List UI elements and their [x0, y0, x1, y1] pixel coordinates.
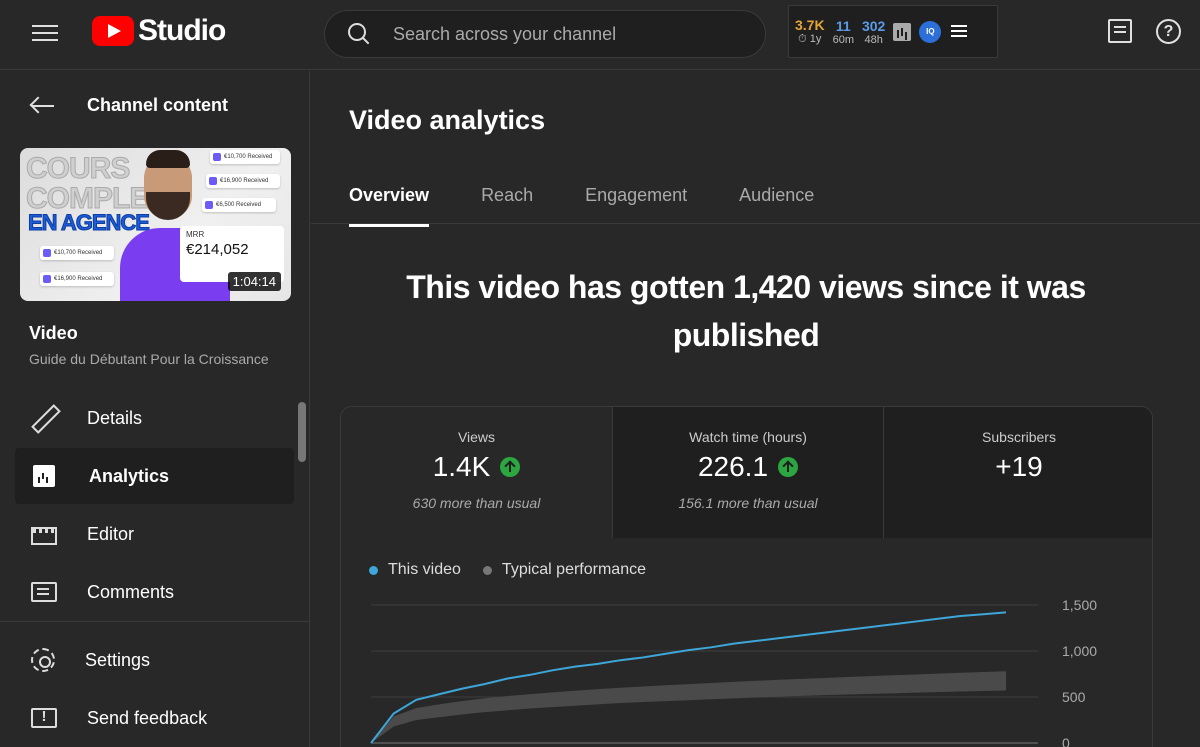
feedback-icon[interactable] — [1108, 19, 1132, 43]
y-tick-label: 0 — [1062, 735, 1070, 747]
stat-lifetime: 3.7K ⏱ 1y — [795, 17, 825, 46]
metric-value: 226.1 — [613, 451, 883, 483]
metric-label: Views — [457, 429, 496, 445]
tab-overview[interactable]: Overview — [349, 185, 430, 227]
sidebar-item-label: Send feedback — [87, 707, 208, 728]
legend-label: Typical performance — [501, 561, 646, 578]
sidebar-item-editor[interactable]: Editor — [15, 506, 294, 562]
legend-dot-icon — [482, 565, 492, 575]
thumbnail-payment-card: €16,900 Received — [40, 272, 114, 286]
bar-chart-icon[interactable] — [893, 22, 912, 41]
pencil-icon — [31, 405, 57, 431]
metric-label: Subscribers — [982, 429, 1056, 445]
editor-icon — [31, 527, 57, 545]
sidebar-item-settings[interactable]: Settings — [15, 632, 294, 688]
sidebar-item-label: Analytics — [89, 465, 170, 486]
video-thumbnail[interactable]: COURS COMPLET EN AGENCE €10,700 Received… — [20, 148, 291, 301]
youtube-logo-icon — [92, 16, 134, 46]
stat-value: 11 — [835, 17, 851, 34]
metric-note: 156.1 more than usual — [678, 495, 818, 511]
logo-text: Studio — [138, 14, 226, 47]
sidebar-scrollbar[interactable] — [298, 402, 306, 462]
chart-legend: This video Typical performance — [369, 561, 668, 579]
metric-subscribers[interactable]: Subscribers +19 — [883, 407, 1152, 538]
hamburger-menu-icon[interactable] — [30, 20, 60, 44]
metric-watch-time[interactable]: Watch time (hours) 226.1 156.1 more than… — [612, 407, 883, 538]
metric-label: Watch time (hours) — [689, 429, 807, 445]
back-label: Channel content — [87, 95, 229, 115]
metric-note: 630 more than usual — [412, 495, 541, 511]
thumbnail-payment-card: €10,700 Received — [210, 150, 280, 164]
video-title: Guide du Débutant Pour la Croissance — [29, 351, 269, 367]
y-tick-label: 1,500 — [1062, 597, 1097, 613]
legend-dot-icon — [369, 565, 378, 575]
views-line-chart[interactable]: 1,500 1,000 500 0 — [341, 587, 1153, 747]
metric-value: +19 — [995, 451, 1043, 482]
search-bar[interactable] — [324, 10, 766, 58]
trend-up-icon — [500, 457, 521, 477]
stat-48h: 302 48h — [862, 18, 885, 46]
metric-views[interactable]: Views 1.4K 630 more than usual — [341, 407, 612, 538]
sidebar-item-label: Comments — [87, 581, 175, 602]
legend-label: This video — [388, 561, 461, 578]
video-duration-badge: 1:04:14 — [227, 272, 281, 291]
back-arrow-icon[interactable] — [30, 96, 56, 116]
divider — [311, 223, 1200, 224]
trend-up-icon — [778, 457, 799, 477]
metric-value: 1.4K — [341, 451, 612, 483]
tab-engagement[interactable]: Engagement — [585, 185, 687, 227]
sidebar-item-label: Editor — [87, 523, 135, 544]
views-headline: This video has gotten 1,420 views since … — [406, 269, 1086, 353]
back-to-channel-content[interactable]: Channel content — [30, 95, 228, 116]
vidiq-icon[interactable]: IQ — [919, 20, 942, 43]
search-icon[interactable] — [347, 22, 371, 46]
thumbnail-payment-card: €16,900 Received — [206, 174, 280, 188]
video-heading: Video — [29, 323, 78, 343]
gear-icon — [31, 648, 55, 672]
analytics-icon — [33, 465, 55, 487]
tab-audience[interactable]: Audience — [739, 185, 814, 227]
stat-period: 48h — [864, 33, 883, 46]
extension-stats-widget[interactable]: 3.7K ⏱ 1y 11 60m 302 48h IQ — [788, 5, 998, 58]
sidebar-item-send-feedback[interactable]: Send feedback — [15, 690, 294, 746]
main-content: Video analytics Overview Reach Engagemen… — [311, 71, 1200, 747]
stat-period: ⏱ 1y — [798, 33, 822, 45]
y-tick-label: 1,000 — [1062, 643, 1097, 659]
stat-value: 302 — [861, 17, 886, 34]
page-title: Video analytics — [349, 105, 546, 135]
report-feedback-icon — [31, 708, 57, 728]
sidebar-item-label: Settings — [85, 649, 151, 670]
legend-item-this-video[interactable]: This video — [369, 561, 461, 579]
stat-value: 3.7K — [795, 17, 825, 33]
comments-icon — [31, 582, 57, 602]
sidebar-item-comments[interactable]: Comments — [15, 564, 294, 620]
help-icon[interactable]: ? — [1156, 19, 1181, 44]
divider — [0, 621, 310, 622]
typical-performance-band — [371, 671, 1006, 743]
sidebar-item-analytics[interactable]: Analytics — [15, 448, 294, 504]
y-tick-label: 500 — [1062, 689, 1086, 705]
top-bar: Studio 3.7K ⏱ 1y 11 60m 302 48h IQ ? — [0, 0, 1200, 70]
extension-menu-icon[interactable] — [951, 24, 968, 39]
search-input[interactable] — [393, 23, 733, 45]
sidebar: Channel content COURS COMPLET EN AGENCE … — [0, 71, 310, 747]
thumbnail-payment-card: €10,700 Received — [40, 246, 114, 260]
tab-reach[interactable]: Reach — [481, 185, 533, 227]
sidebar-item-details[interactable]: Details — [15, 390, 294, 446]
stat-60m: 11 60m — [833, 18, 854, 46]
sidebar-item-label: Details — [87, 407, 143, 428]
stat-period: 60m — [832, 33, 854, 46]
overview-card: Views 1.4K 630 more than usual Watch tim… — [340, 406, 1153, 747]
youtube-studio-logo[interactable]: Studio — [92, 14, 226, 48]
analytics-tabs: Overview Reach Engagement Audience — [349, 185, 866, 227]
thumbnail-payment-card: €6,500 Received — [202, 198, 276, 212]
legend-item-typical[interactable]: Typical performance — [482, 561, 646, 579]
